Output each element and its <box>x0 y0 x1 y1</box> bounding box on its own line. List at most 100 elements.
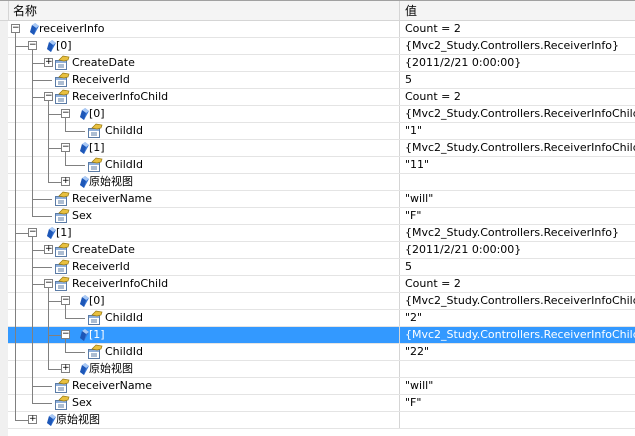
tree-line <box>32 216 52 217</box>
variable-name: [1] <box>89 328 105 341</box>
watch-tree: − receiverInfo Count = 2− [0] {Mvc2_Study.Co… <box>8 21 635 429</box>
tree-row[interactable]: ReceiverName "will" <box>8 191 635 208</box>
tree-row[interactable]: Sex "F" <box>8 208 635 225</box>
property-icon <box>87 310 103 326</box>
column-header-value[interactable]: 值 <box>399 1 635 21</box>
collapse-button[interactable]: − <box>61 143 70 152</box>
tree-line <box>15 361 16 378</box>
tree-row[interactable]: − [1] {Mvc2_Study.Controllers.ReceiverInfo… <box>8 327 635 344</box>
tree-row[interactable]: + 原始视图 <box>8 361 635 378</box>
tree-line <box>15 395 16 412</box>
tree-row[interactable]: − ReceiverInfoChild Count = 2 <box>8 89 635 106</box>
tree-line <box>15 89 16 106</box>
property-icon <box>54 259 70 275</box>
variable-value: {2011/2/21 0:00:00} <box>399 242 635 258</box>
tree-line <box>32 395 33 403</box>
tree-row[interactable]: + CreateDate {2011/2/21 0:00:00} <box>8 242 635 259</box>
tree-line <box>15 293 16 310</box>
variable-value: {2011/2/21 0:00:00} <box>399 55 635 71</box>
tree-row[interactable]: − [0] {Mvc2_Study.Controllers.ReceiverInfo… <box>8 38 635 55</box>
expand-button[interactable]: + <box>61 364 70 373</box>
variable-value: {Mvc2_Study.Controllers.ReceiverInfoChil… <box>399 327 635 343</box>
tree-line <box>48 157 49 174</box>
tree-row[interactable]: ChildId "22" <box>8 344 635 361</box>
tree-line <box>15 412 16 420</box>
tree-row[interactable]: ReceiverId 5 <box>8 259 635 276</box>
tree-row[interactable]: − [1] {Mvc2_Study.Controllers.ReceiverInfo… <box>8 225 635 242</box>
variable-name: CreateDate <box>72 56 135 69</box>
variable-name: receiverInfo <box>39 22 105 35</box>
column-header-name[interactable]: 名称 <box>8 1 399 21</box>
name-cell: + 原始视图 <box>8 174 399 191</box>
name-cell: − [1] <box>8 327 399 344</box>
name-cell: ReceiverName <box>8 191 399 208</box>
variable-name: ReceiverName <box>72 379 153 392</box>
tree-line <box>32 344 33 361</box>
tree-line <box>32 293 33 310</box>
tree-line <box>48 301 61 302</box>
name-cell: + 原始视图 <box>8 361 399 378</box>
tree-line <box>32 63 44 64</box>
variable-name: 原始视图 <box>89 175 133 188</box>
collapse-button[interactable]: − <box>61 296 70 305</box>
collapse-button[interactable]: − <box>44 92 53 101</box>
collapse-button[interactable]: − <box>11 24 20 33</box>
property-icon <box>87 123 103 139</box>
tree-row[interactable]: ChildId "2" <box>8 310 635 327</box>
tree-row[interactable]: − receiverInfo Count = 2 <box>8 21 635 38</box>
variable-value: {Mvc2_Study.Controllers.ReceiverInfoChil… <box>399 140 635 156</box>
tree-row[interactable]: − [0] {Mvc2_Study.Controllers.ReceiverInfo… <box>8 293 635 310</box>
tree-line <box>15 276 16 293</box>
tree-line <box>32 403 52 404</box>
expand-button[interactable]: + <box>44 245 53 254</box>
tree-row[interactable]: + CreateDate {2011/2/21 0:00:00} <box>8 55 635 72</box>
variable-value <box>399 174 635 190</box>
tree-line <box>48 123 49 140</box>
variable-name: Sex <box>72 209 93 222</box>
name-cell: + CreateDate <box>8 55 399 72</box>
tree-line <box>15 157 16 174</box>
tree-row[interactable]: + 原始视图 <box>8 412 635 429</box>
name-cell: − receiverInfo <box>8 21 399 38</box>
tree-line <box>65 352 85 353</box>
variable-name: ReceiverId <box>72 260 130 273</box>
tree-row[interactable]: ReceiverId 5 <box>8 72 635 89</box>
property-icon <box>54 208 70 224</box>
tree-line <box>65 157 66 165</box>
tree-row[interactable]: − ReceiverInfoChild Count = 2 <box>8 276 635 293</box>
tree-line <box>15 378 16 395</box>
tree-row[interactable]: ChildId "11" <box>8 157 635 174</box>
variable-value: "will" <box>399 378 635 394</box>
expand-button[interactable]: + <box>28 415 37 424</box>
tree-line <box>48 310 49 327</box>
tree-line <box>32 250 44 251</box>
variable-value: 5 <box>399 259 635 275</box>
collapse-button[interactable]: − <box>61 330 70 339</box>
collapse-button[interactable]: − <box>28 228 37 237</box>
tree-row[interactable]: − [1] {Mvc2_Study.Controllers.ReceiverInfo… <box>8 140 635 157</box>
property-icon <box>54 89 70 105</box>
tree-row[interactable]: ReceiverName "will" <box>8 378 635 395</box>
tree-row[interactable]: + 原始视图 <box>8 174 635 191</box>
tree-line <box>15 174 16 191</box>
variable-name: ChildId <box>105 311 143 324</box>
tree-line <box>48 114 61 115</box>
variable-name: 原始视图 <box>89 362 133 375</box>
variable-name: ChildId <box>105 124 143 137</box>
tree-line <box>48 361 49 369</box>
collapse-button[interactable]: − <box>44 279 53 288</box>
name-cell: Sex <box>8 395 399 412</box>
expand-button[interactable]: + <box>61 177 70 186</box>
tree-row[interactable]: Sex "F" <box>8 395 635 412</box>
tree-row[interactable]: ChildId "1" <box>8 123 635 140</box>
tree-line <box>48 335 61 336</box>
collapse-button[interactable]: − <box>28 41 37 50</box>
tree-row[interactable]: − [0] {Mvc2_Study.Controllers.ReceiverInfo… <box>8 106 635 123</box>
property-icon <box>54 191 70 207</box>
variable-value: "will" <box>399 191 635 207</box>
expand-button[interactable]: + <box>44 58 53 67</box>
variable-name: ReceiverInfoChild <box>72 90 169 103</box>
name-cell: ReceiverName <box>8 378 399 395</box>
variable-name: [0] <box>89 107 105 120</box>
collapse-button[interactable]: − <box>61 109 70 118</box>
